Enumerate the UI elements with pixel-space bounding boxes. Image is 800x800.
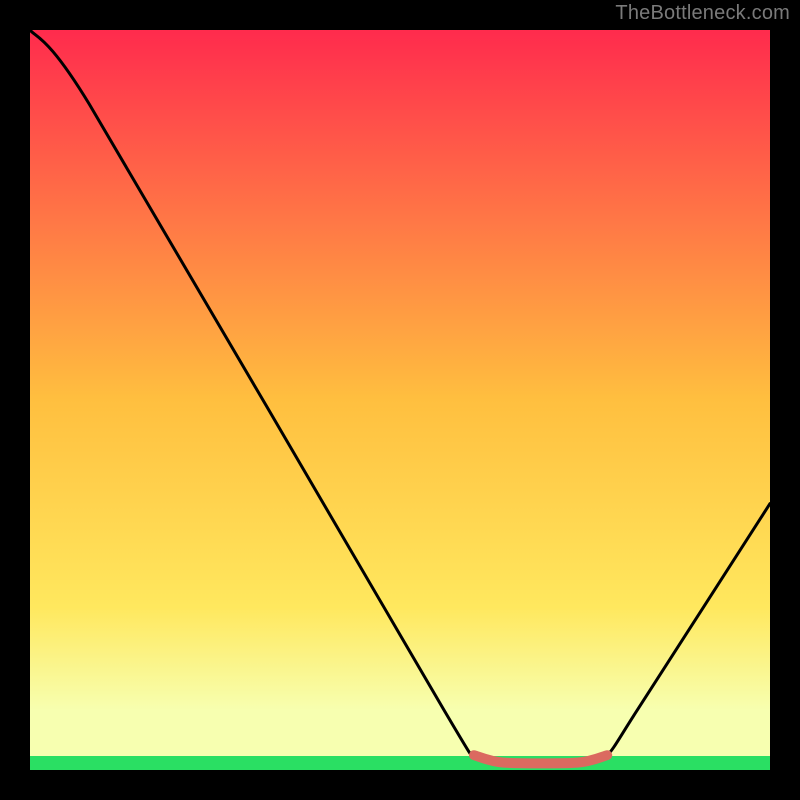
gradient-background	[30, 30, 770, 770]
watermark-text: TheBottleneck.com	[615, 2, 790, 25]
chart-svg	[30, 30, 770, 770]
green-baseline-bar	[30, 756, 770, 770]
plot-area	[30, 30, 770, 770]
